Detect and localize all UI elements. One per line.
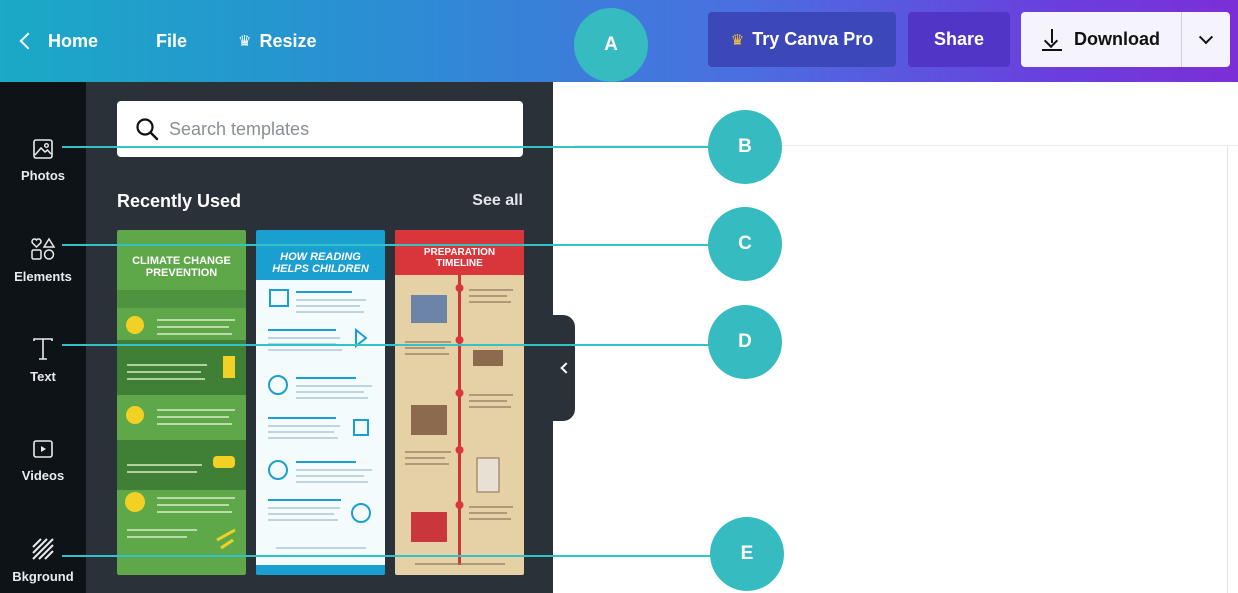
resize-button[interactable]: ♛ Resize bbox=[238, 29, 317, 53]
annotation-badge-b: B bbox=[708, 110, 782, 184]
annotation-line-c bbox=[62, 244, 712, 246]
chevron-left-icon bbox=[559, 362, 572, 374]
template-thumbnail-climate[interactable]: CLIMATE CHANGE PREVENTION bbox=[117, 230, 246, 575]
annotation-line-b bbox=[62, 146, 712, 148]
annotation-badge-e: E bbox=[710, 517, 784, 591]
crown-icon: ♛ bbox=[238, 33, 252, 50]
rail-label-photos: Photos bbox=[20, 167, 66, 183]
side-rail: Photos Elements Text Videos Bkground bbox=[0, 82, 86, 593]
share-button[interactable]: Share bbox=[908, 12, 1010, 67]
annotation-line-e bbox=[62, 555, 712, 557]
search-box[interactable] bbox=[117, 101, 523, 157]
file-label: File bbox=[156, 30, 188, 51]
reading-infographic-art bbox=[256, 280, 385, 575]
resize-label: Resize bbox=[259, 30, 317, 51]
search-icon bbox=[136, 118, 159, 141]
try-pro-label: Try Canva Pro bbox=[752, 29, 874, 49]
annotation-line-d bbox=[62, 344, 712, 346]
share-label: Share bbox=[933, 29, 985, 49]
design-canvas-area[interactable] bbox=[575, 82, 1238, 593]
template-thumbnail-reading[interactable]: HOW READING HELPS CHILDREN bbox=[256, 230, 385, 575]
canvas-page-edge bbox=[1227, 145, 1228, 593]
rail-item-videos[interactable]: Videos bbox=[0, 420, 86, 500]
template-title: PREPARATION TIMELINE bbox=[423, 247, 496, 269]
home-button[interactable]: Home bbox=[19, 29, 99, 53]
rail-label-elements: Elements bbox=[14, 268, 72, 284]
videos-icon bbox=[33, 439, 53, 458]
download-label: Download bbox=[1074, 29, 1160, 49]
recently-used-heading: Recently Used bbox=[117, 191, 242, 211]
download-button[interactable]: Download bbox=[1021, 12, 1181, 67]
exam-infographic-art bbox=[395, 230, 524, 565]
search-input[interactable] bbox=[169, 118, 499, 140]
chevron-down-icon bbox=[1198, 29, 1214, 44]
file-menu[interactable]: File bbox=[156, 29, 187, 53]
back-chevron-icon bbox=[19, 32, 37, 50]
annotation-badge-a: A bbox=[574, 8, 648, 82]
rail-label-text: Text bbox=[30, 368, 56, 384]
collapse-panel-button[interactable] bbox=[553, 315, 575, 421]
see-all-link[interactable]: See all bbox=[472, 192, 523, 210]
climate-infographic-art bbox=[117, 290, 246, 550]
rail-item-text[interactable]: Text bbox=[0, 320, 86, 400]
rail-item-photos[interactable]: Photos bbox=[0, 120, 86, 200]
template-thumbnail-exam[interactable]: PREPARATION TIMELINE bbox=[395, 230, 524, 575]
rail-label-background: Bkground bbox=[12, 568, 74, 584]
elements-icon bbox=[31, 237, 56, 260]
download-icon bbox=[1042, 28, 1062, 51]
rail-top-strip bbox=[0, 82, 86, 110]
templates-panel: Recently Used See all CLIMATE CHANGE PRE… bbox=[86, 82, 553, 593]
rail-item-elements[interactable]: Elements bbox=[0, 220, 86, 300]
annotation-badge-d: D bbox=[708, 305, 782, 379]
home-label: Home bbox=[48, 30, 99, 51]
background-icon bbox=[32, 537, 54, 560]
canva-editor: Home File ♛ Resize ♛ Try Canva Pro Share… bbox=[0, 0, 1238, 593]
crown-icon: ♛ bbox=[730, 31, 745, 49]
photos-icon bbox=[33, 138, 53, 159]
annotation-badge-c: C bbox=[708, 207, 782, 281]
text-icon bbox=[33, 337, 53, 360]
rail-label-videos: Videos bbox=[21, 467, 65, 483]
try-canva-pro-button[interactable]: ♛ Try Canva Pro bbox=[708, 12, 896, 67]
download-options-button[interactable] bbox=[1181, 12, 1230, 67]
